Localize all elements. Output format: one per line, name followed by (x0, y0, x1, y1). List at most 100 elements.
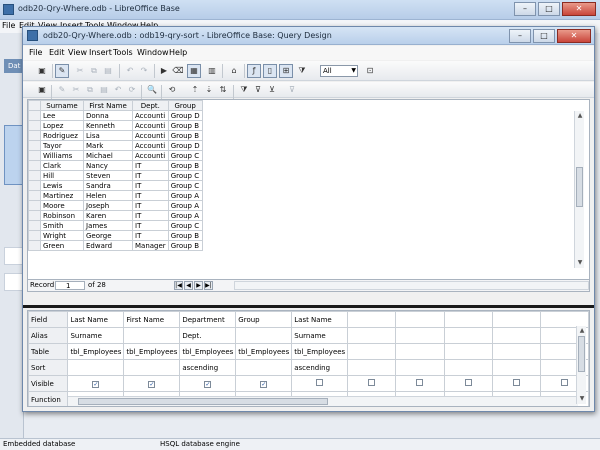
table-cell[interactable]: Manager (132, 240, 169, 251)
design-cell-sort[interactable] (395, 359, 445, 376)
table-row[interactable]: Hill Steven IT Group C (28, 170, 203, 181)
table-row[interactable]: Tayor Mark Accounti Group D (28, 140, 203, 151)
design-cell-table[interactable] (347, 343, 397, 360)
table-cell[interactable]: Group C (167, 220, 203, 231)
table-cell[interactable]: Martinez (40, 190, 84, 201)
row-header[interactable] (28, 190, 41, 201)
table-cell[interactable]: James (83, 220, 133, 231)
table-cell[interactable]: Lee (40, 110, 84, 121)
save-record-icon[interactable]: ▣ (35, 83, 49, 97)
column-header-dept[interactable]: Dept. (132, 100, 169, 111)
table-cell[interactable]: Green (40, 240, 84, 251)
design-cell-table[interactable]: tbl_Employees (67, 343, 125, 360)
maximize-button[interactable]: □ (533, 29, 555, 43)
design-cell-alias[interactable]: Surname (67, 327, 125, 344)
design-cell-table[interactable] (443, 343, 493, 360)
visible-checkbox[interactable]: ✓ (92, 380, 100, 388)
table-row[interactable]: Rodriguez Lisa Accounti Group B (28, 130, 203, 141)
design-cell-alias[interactable] (235, 327, 293, 344)
table-cell[interactable]: Moore (40, 200, 84, 211)
scroll-down-icon[interactable]: ▼ (575, 258, 585, 268)
design-cell-sort[interactable]: ascending (179, 359, 237, 376)
menu-tools[interactable]: Tools (113, 48, 133, 57)
column-header-first-name[interactable]: First Name (83, 100, 133, 111)
edit-data-icon[interactable]: ✎ (55, 83, 69, 97)
design-cell-visible[interactable] (347, 375, 397, 392)
table-cell[interactable]: Group A (167, 200, 203, 211)
copy-icon[interactable]: ⧉ (87, 64, 101, 78)
design-cell-sort[interactable] (123, 359, 181, 376)
row-header[interactable] (28, 150, 41, 161)
design-cell-field[interactable]: Last Name (67, 311, 125, 328)
menu-file[interactable]: File (29, 48, 42, 57)
visible-checkbox[interactable] (416, 379, 424, 386)
design-cell-visible[interactable]: ✓ (67, 375, 125, 392)
visible-checkbox[interactable] (368, 379, 376, 386)
visible-checkbox[interactable] (560, 379, 568, 386)
sort-icon[interactable]: ⇅ (216, 83, 230, 97)
maximize-button[interactable]: □ (538, 2, 560, 16)
design-cell-alias[interactable]: Dept. (179, 327, 237, 344)
autofilter-icon[interactable]: ⧩ (237, 83, 251, 97)
menu-window[interactable]: Window (137, 48, 169, 57)
table-cell[interactable]: Group B (167, 160, 203, 171)
table-cell[interactable]: Clark (40, 160, 84, 171)
table-cell[interactable]: Lopez (40, 120, 84, 131)
design-cell-alias[interactable] (491, 327, 541, 344)
row-header[interactable] (28, 240, 41, 251)
table-cell[interactable]: Lewis (40, 180, 84, 191)
sort-ascending-icon[interactable]: ⇡ (188, 83, 202, 97)
table-cell[interactable]: IT (132, 200, 169, 211)
undo-data-icon[interactable]: ↶ (111, 83, 125, 97)
table-cell[interactable]: Sandra (83, 180, 133, 191)
object-item[interactable] (4, 247, 24, 265)
design-cell-alias[interactable] (347, 327, 397, 344)
edit-mode-icon[interactable]: ✎ (55, 64, 69, 78)
visible-checkbox[interactable] (464, 379, 472, 386)
row-header[interactable] (28, 200, 41, 211)
sort-descending-icon[interactable]: ⇣ (202, 83, 216, 97)
first-record-icon[interactable]: |◀ (174, 281, 183, 290)
reset-filter-icon[interactable]: ⊽ (285, 83, 299, 97)
table-row[interactable]: Martinez Helen IT Group A (28, 190, 203, 201)
row-header[interactable] (28, 170, 41, 181)
object-item[interactable] (4, 273, 24, 291)
undo-icon[interactable]: ↶ (123, 64, 137, 78)
paste-icon[interactable]: ▤ (101, 64, 115, 78)
design-cell-visible[interactable] (291, 375, 349, 392)
table-row[interactable]: Moore Joseph IT Group A (28, 200, 203, 211)
row-header[interactable] (28, 130, 41, 141)
table-cell[interactable]: Accounti (132, 140, 169, 151)
copy-data-icon[interactable]: ⧉ (83, 83, 97, 97)
row-header[interactable] (28, 140, 41, 151)
visible-checkbox[interactable]: ✓ (148, 380, 156, 388)
row-header[interactable] (28, 220, 41, 231)
alias-icon[interactable]: ⊞ (279, 64, 293, 78)
close-button[interactable]: ✕ (557, 29, 591, 43)
table-row[interactable]: Wright George IT Group B (28, 230, 203, 241)
design-cell-sort[interactable] (347, 359, 397, 376)
design-cell-field[interactable]: Department (179, 311, 237, 328)
table-cell[interactable]: Group A (167, 210, 203, 221)
table-row[interactable]: Clark Nancy IT Group B (28, 160, 203, 171)
design-cell-table[interactable] (491, 343, 541, 360)
standard-filter-icon[interactable]: ⊽ (251, 83, 265, 97)
table-cell[interactable]: IT (132, 230, 169, 241)
design-cell-visible[interactable]: ✓ (235, 375, 293, 392)
table-cell[interactable]: Nancy (83, 160, 133, 171)
scrollbar-thumb[interactable] (576, 167, 583, 207)
table-cell[interactable]: Group C (167, 180, 203, 191)
cut-data-icon[interactable]: ✂ (69, 83, 83, 97)
last-record-icon[interactable]: ▶| (204, 281, 213, 290)
design-cell-table[interactable]: tbl_Employees (235, 343, 293, 360)
row-header[interactable] (28, 160, 41, 171)
design-horizontal-scrollbar[interactable] (68, 396, 578, 406)
minimize-button[interactable]: – (509, 29, 531, 43)
table-cell[interactable]: Group C (167, 170, 203, 181)
design-cell-sort[interactable] (67, 359, 125, 376)
table-cell[interactable]: IT (132, 180, 169, 191)
table-cell[interactable]: Williams (40, 150, 84, 161)
table-cell[interactable]: IT (132, 160, 169, 171)
table-cell[interactable]: Helen (83, 190, 133, 201)
table-names-icon[interactable]: ▯ (263, 64, 277, 78)
